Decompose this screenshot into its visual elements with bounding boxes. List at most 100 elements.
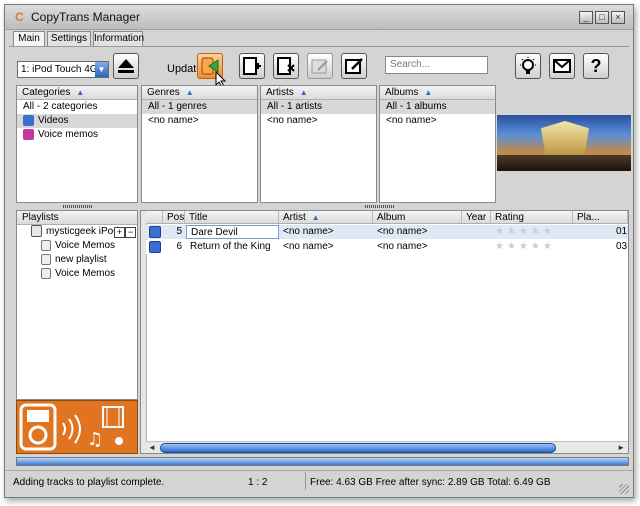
edit-pencil-icon bbox=[345, 58, 363, 74]
column-album[interactable]: Album bbox=[373, 211, 462, 224]
column-icon[interactable] bbox=[146, 211, 163, 224]
category-voice-memos-label: Voice memos bbox=[38, 129, 99, 140]
remove-playlist-icon[interactable]: − bbox=[125, 227, 136, 238]
column-artist-label: Artist bbox=[283, 212, 306, 223]
resize-grip-icon[interactable] bbox=[619, 484, 629, 494]
horizontal-scrollbar[interactable]: ◄ ► bbox=[146, 441, 628, 453]
chevron-down-icon[interactable]: ▼ bbox=[95, 62, 108, 77]
category-all[interactable]: All - 2 categories bbox=[17, 100, 137, 114]
categories-panel: Categories ▲ All - 2 categories Videos Vo… bbox=[16, 85, 138, 203]
status-ratio: 1 : 2 bbox=[248, 477, 268, 488]
track-play: 03 bbox=[616, 241, 628, 252]
genres-header-label: Genres bbox=[147, 87, 180, 98]
edit-tags-button[interactable] bbox=[341, 53, 367, 79]
category-videos[interactable]: Videos bbox=[17, 114, 137, 128]
add-tracks-button[interactable] bbox=[239, 53, 265, 79]
media-banner: ♫ bbox=[16, 400, 138, 454]
column-year[interactable]: Year bbox=[462, 211, 491, 224]
question-mark-icon: ? bbox=[590, 55, 602, 76]
track-pos: 6 bbox=[176, 241, 182, 252]
scroll-left-icon[interactable]: ◄ bbox=[148, 443, 156, 452]
delete-tracks-button[interactable] bbox=[273, 53, 299, 79]
playlist-item[interactable]: Voice Memos bbox=[17, 267, 137, 281]
table-row[interactable]: 6 Return of the King <no name> <no name>… bbox=[146, 240, 628, 254]
categories-header-label: Categories bbox=[22, 87, 71, 98]
status-message: Adding tracks to playlist complete. bbox=[13, 477, 165, 488]
track-album: <no name> bbox=[377, 226, 428, 237]
mail-button[interactable] bbox=[549, 53, 575, 79]
artists-header-label: Artists bbox=[266, 87, 294, 98]
track-title[interactable]: Dare Devil bbox=[186, 225, 279, 239]
playlist-item[interactable]: Voice Memos bbox=[17, 239, 137, 253]
sort-asc-icon: ▲ bbox=[76, 88, 85, 97]
playlist-item-label: Voice Memos bbox=[55, 268, 116, 279]
minimize-button[interactable]: _ bbox=[579, 11, 593, 24]
splitter-handle[interactable] bbox=[63, 205, 93, 208]
column-pos[interactable]: Pos bbox=[163, 211, 185, 224]
search-input[interactable]: Search... bbox=[385, 56, 488, 74]
splitter-handle[interactable] bbox=[365, 205, 395, 208]
eject-button[interactable] bbox=[113, 53, 139, 79]
tips-button[interactable] bbox=[515, 53, 541, 79]
column-artist[interactable]: Artist ▲ bbox=[279, 211, 373, 224]
playlists-panel: Playlists mysticgeek iPod + − Voice Memo… bbox=[16, 210, 138, 400]
albums-header[interactable]: Albums ▲ bbox=[380, 86, 495, 100]
genre-item[interactable]: <no name> bbox=[142, 114, 257, 128]
edit-disabled-icon bbox=[311, 59, 328, 74]
device-select-value: 1: iPod Touch 4G bbox=[21, 64, 98, 75]
artist-all[interactable]: All - 1 artists bbox=[261, 100, 376, 114]
tab-main[interactable]: Main bbox=[13, 31, 45, 47]
column-play[interactable]: Pla... bbox=[573, 211, 628, 224]
device-select[interactable]: 1: iPod Touch 4G ▼ bbox=[17, 61, 109, 78]
sort-asc-icon: ▲ bbox=[424, 88, 433, 97]
track-album: <no name> bbox=[377, 241, 428, 252]
artist-item[interactable]: <no name> bbox=[261, 114, 376, 128]
video-icon bbox=[23, 114, 34, 126]
app-window: C CopyTrans Manager _ □ × Main Settings … bbox=[4, 4, 634, 498]
column-rating[interactable]: Rating bbox=[491, 211, 573, 224]
voice-memo-icon bbox=[23, 128, 34, 140]
close-button[interactable]: × bbox=[611, 11, 625, 24]
tab-information[interactable]: Information bbox=[93, 31, 144, 46]
playlist-icon bbox=[41, 239, 51, 251]
scroll-right-icon[interactable]: ► bbox=[617, 443, 625, 452]
tab-divider bbox=[9, 46, 629, 47]
tab-settings[interactable]: Settings bbox=[47, 31, 91, 46]
category-voice-memos[interactable]: Voice memos bbox=[17, 128, 137, 142]
playlist-icon bbox=[41, 253, 51, 265]
maximize-button[interactable]: □ bbox=[595, 11, 609, 24]
video-icon bbox=[149, 226, 161, 238]
add-track-icon bbox=[243, 57, 261, 75]
playlist-root[interactable]: mysticgeek iPod + − bbox=[17, 225, 137, 239]
rating-stars-icon: ★★★★★ bbox=[495, 241, 555, 252]
artists-header[interactable]: Artists ▲ bbox=[261, 86, 376, 100]
categories-header[interactable]: Categories ▲ bbox=[17, 86, 137, 100]
playlist-item[interactable]: new playlist bbox=[17, 253, 137, 267]
title-bar[interactable]: C CopyTrans Manager _ □ × bbox=[5, 5, 633, 30]
window-title: CopyTrans Manager bbox=[31, 10, 140, 24]
genres-header[interactable]: Genres ▲ bbox=[142, 86, 257, 100]
sort-asc-icon: ▲ bbox=[185, 88, 194, 97]
table-row[interactable]: 5 Dare Devil <no name> <no name> ★★★★★ 0… bbox=[146, 225, 628, 239]
albums-header-label: Albums bbox=[385, 87, 419, 98]
track-rating[interactable]: ★★★★★ bbox=[491, 225, 573, 239]
genre-all[interactable]: All - 1 genres bbox=[142, 100, 257, 114]
track-artist: <no name> bbox=[283, 241, 334, 252]
track-title[interactable]: Return of the King bbox=[186, 240, 279, 254]
album-all[interactable]: All - 1 albums bbox=[380, 100, 495, 114]
add-playlist-icon[interactable]: + bbox=[114, 227, 125, 238]
playlist-item-label: Voice Memos bbox=[55, 240, 116, 251]
column-title[interactable]: Title bbox=[185, 211, 279, 224]
track-rating[interactable]: ★★★★★ bbox=[491, 240, 573, 254]
envelope-icon bbox=[553, 59, 571, 73]
track-artist: <no name> bbox=[283, 226, 334, 237]
album-item[interactable]: <no name> bbox=[380, 114, 495, 128]
genres-panel: Genres ▲ All - 1 genres <no name> bbox=[141, 85, 258, 203]
track-pos: 5 bbox=[176, 226, 182, 237]
status-divider bbox=[5, 470, 633, 471]
scrollbar-thumb[interactable] bbox=[160, 443, 556, 453]
edit-info-button[interactable] bbox=[307, 53, 333, 79]
rating-stars-icon: ★★★★★ bbox=[495, 226, 555, 237]
status-space: Free: 4.63 GB Free after sync: 2.89 GB T… bbox=[310, 477, 551, 488]
help-button[interactable]: ? bbox=[583, 53, 609, 79]
